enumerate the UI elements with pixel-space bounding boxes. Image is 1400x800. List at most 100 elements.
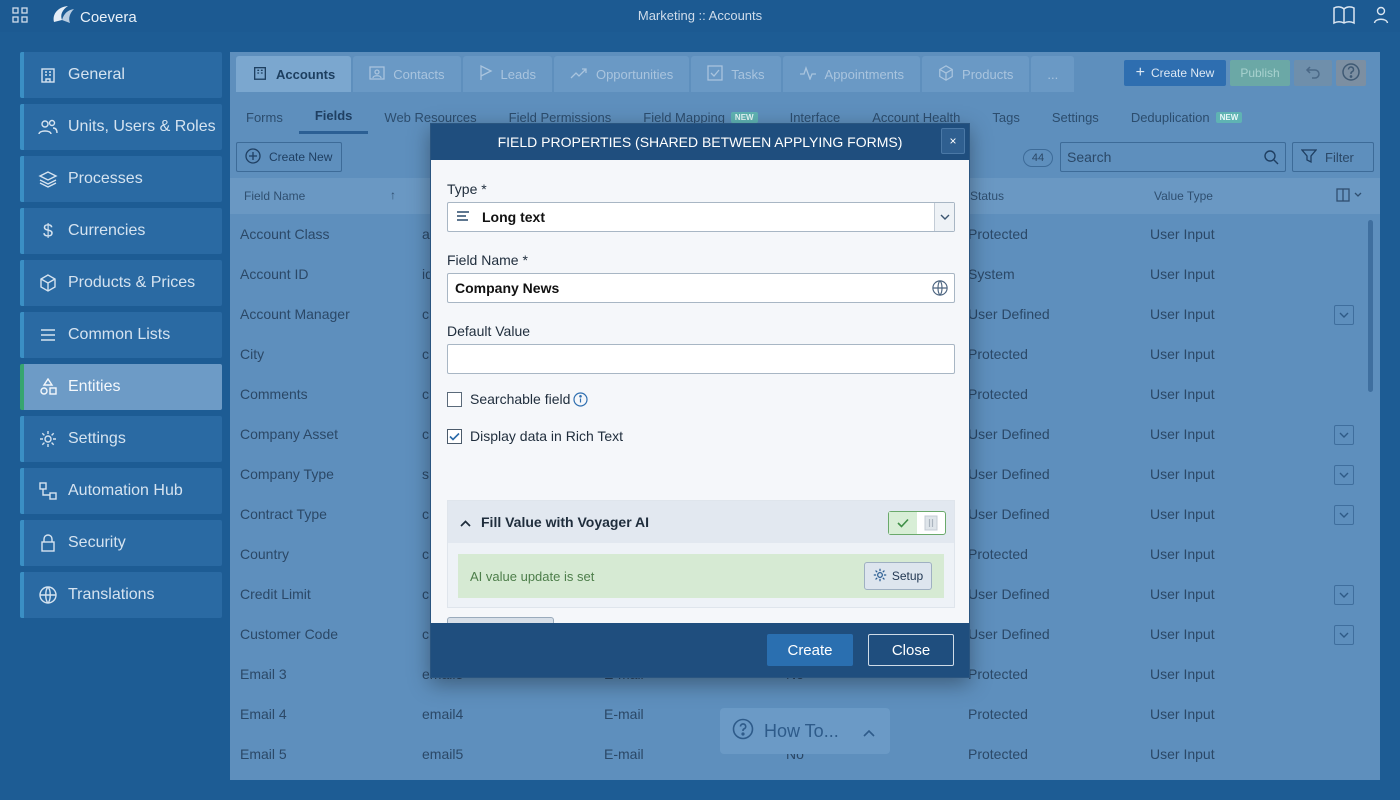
sidebar-item-general[interactable]: General — [20, 52, 222, 98]
sidebar-item-automation-hub[interactable]: Automation Hub — [20, 468, 222, 514]
subtab-forms[interactable]: Forms — [230, 100, 299, 134]
cell-internal-name: email5 — [422, 746, 464, 762]
sort-up-icon[interactable]: ↑ — [390, 188, 396, 202]
sidebar-item-label: General — [68, 66, 125, 83]
field-name-value: Company News — [455, 280, 560, 296]
filter-button[interactable]: Filter — [1292, 142, 1374, 172]
row-expand-button[interactable] — [1334, 425, 1354, 445]
field-name-input[interactable]: Company News — [447, 273, 955, 303]
sidebar-item-processes[interactable]: Processes — [20, 156, 222, 202]
subtab-tags[interactable]: Tags — [976, 100, 1035, 134]
type-select[interactable]: Long text — [447, 202, 955, 232]
default-value-input[interactable] — [447, 344, 955, 374]
help-button[interactable] — [1336, 60, 1366, 86]
book-icon[interactable] — [1332, 5, 1356, 30]
create-button[interactable]: Create — [767, 634, 853, 666]
row-expand-button[interactable] — [1334, 625, 1354, 645]
ai-fill-section: Fill Value with Voyager AI AI value upda… — [447, 500, 955, 608]
tab-accounts[interactable]: Accounts — [236, 56, 352, 92]
how-to-widget[interactable]: How To... — [720, 708, 890, 754]
create-new-button[interactable]: + Create New — [1124, 60, 1226, 86]
col-value-type[interactable]: Value Type — [1154, 189, 1213, 203]
rich-text-label: Display data in Rich Text — [470, 428, 624, 444]
toggle-on-check-icon — [889, 512, 917, 534]
info-icon[interactable] — [573, 392, 588, 412]
sidebar-item-security[interactable]: Security — [20, 520, 222, 566]
table-scrollbar[interactable] — [1368, 220, 1373, 392]
cell-field-name: Credit Limit — [240, 586, 311, 602]
cell-status: System — [968, 266, 1015, 282]
sidebar-item-entities[interactable]: Entities — [20, 364, 222, 410]
sidebar-item-units-users-roles[interactable]: Units, Users & Roles — [20, 104, 222, 150]
tab-opportunities[interactable]: Opportunities — [553, 56, 690, 92]
searchable-label: Searchable field — [470, 391, 571, 407]
close-icon[interactable]: × — [941, 128, 965, 154]
pulse-icon — [799, 65, 817, 83]
users-icon — [38, 117, 58, 137]
filter-icon — [1300, 148, 1318, 167]
gear-icon — [38, 429, 58, 449]
chevron-up-icon[interactable] — [460, 514, 471, 530]
type-label: Type * — [447, 181, 487, 197]
tab-leads[interactable]: Leads — [462, 56, 552, 92]
col-field-name[interactable]: Field Name — [244, 189, 305, 203]
tab-appointments[interactable]: Appointments — [782, 56, 921, 92]
tab-label: Contacts — [393, 66, 445, 82]
rich-text-checkbox[interactable] — [447, 429, 462, 444]
cell-field-name: Comments — [240, 386, 308, 402]
chevron-down-icon[interactable] — [934, 203, 954, 231]
tab-contacts[interactable]: Contacts — [353, 56, 461, 92]
sidebar-item-label: Security — [68, 534, 126, 551]
col-status[interactable]: Status — [970, 189, 1004, 203]
checkbox-icon — [707, 64, 723, 84]
search-input[interactable]: Search — [1060, 142, 1286, 172]
chevron-up-icon — [863, 721, 875, 742]
subtab-deduplication[interactable]: Deduplication NEW — [1115, 100, 1258, 134]
plus-icon: + — [1135, 64, 1145, 81]
searchable-checkbox[interactable] — [447, 392, 462, 407]
cell-value-type: User Input — [1150, 626, 1215, 642]
row-expand-button[interactable] — [1334, 305, 1354, 325]
sidebar-item-products-prices[interactable]: Products & Prices — [20, 260, 222, 306]
sidebar-item-common-lists[interactable]: Common Lists — [20, 312, 222, 358]
sidebar-item-settings[interactable]: Settings — [20, 416, 222, 462]
cell-status: User Defined — [968, 306, 1050, 322]
type-value: Long text — [482, 209, 545, 225]
close-button[interactable]: Close — [868, 634, 954, 666]
create-new-field-button[interactable]: Create New — [236, 142, 342, 172]
cell-value-type: User Input — [1150, 706, 1215, 722]
sidebar-item-translations[interactable]: Translations — [20, 572, 222, 618]
tab-tasks[interactable]: Tasks — [691, 56, 781, 92]
dollar-icon: $ — [42, 220, 53, 241]
row-expand-button[interactable] — [1334, 505, 1354, 525]
setup-button[interactable]: Setup — [864, 562, 932, 590]
cell-field-name: Account Class — [240, 226, 330, 242]
cell-field-name: City — [240, 346, 265, 362]
row-expand-button[interactable] — [1334, 465, 1354, 485]
ai-toggle[interactable] — [888, 511, 946, 535]
count-badge: 44 — [1023, 149, 1053, 167]
cell-status: User Defined — [968, 506, 1050, 522]
user-icon[interactable] — [1373, 6, 1389, 29]
tab-products[interactable]: Products — [922, 56, 1030, 92]
undo-button[interactable] — [1294, 60, 1332, 86]
ai-status-text: AI value update is set — [470, 568, 595, 584]
tab-more[interactable]: ... — [1031, 56, 1075, 92]
cell-internal-name: email4 — [422, 706, 464, 722]
sidebar-item-currencies[interactable]: $ Currencies — [20, 208, 222, 254]
ai-section-header[interactable]: Fill Value with Voyager AI — [448, 501, 954, 543]
search-icon — [1263, 149, 1279, 168]
cell-status: User Defined — [968, 626, 1050, 642]
tab-label: Tasks — [731, 66, 765, 82]
cell-internal-name: s — [422, 466, 429, 482]
subtab-settings[interactable]: Settings — [1036, 100, 1115, 134]
publish-button[interactable]: Publish — [1230, 60, 1290, 86]
sidebar: General Units, Users & Roles Processes $… — [20, 52, 222, 624]
row-expand-button[interactable] — [1334, 585, 1354, 605]
cell-status: Protected — [968, 666, 1028, 682]
subtab-fields[interactable]: Fields — [298, 100, 369, 134]
globe-icon[interactable] — [932, 280, 948, 299]
cell-status: Protected — [968, 226, 1028, 242]
entity-tabs: Accounts Contacts Leads Opportunities Ta… — [236, 56, 1075, 92]
columns-toggle-icon[interactable] — [1336, 187, 1364, 206]
